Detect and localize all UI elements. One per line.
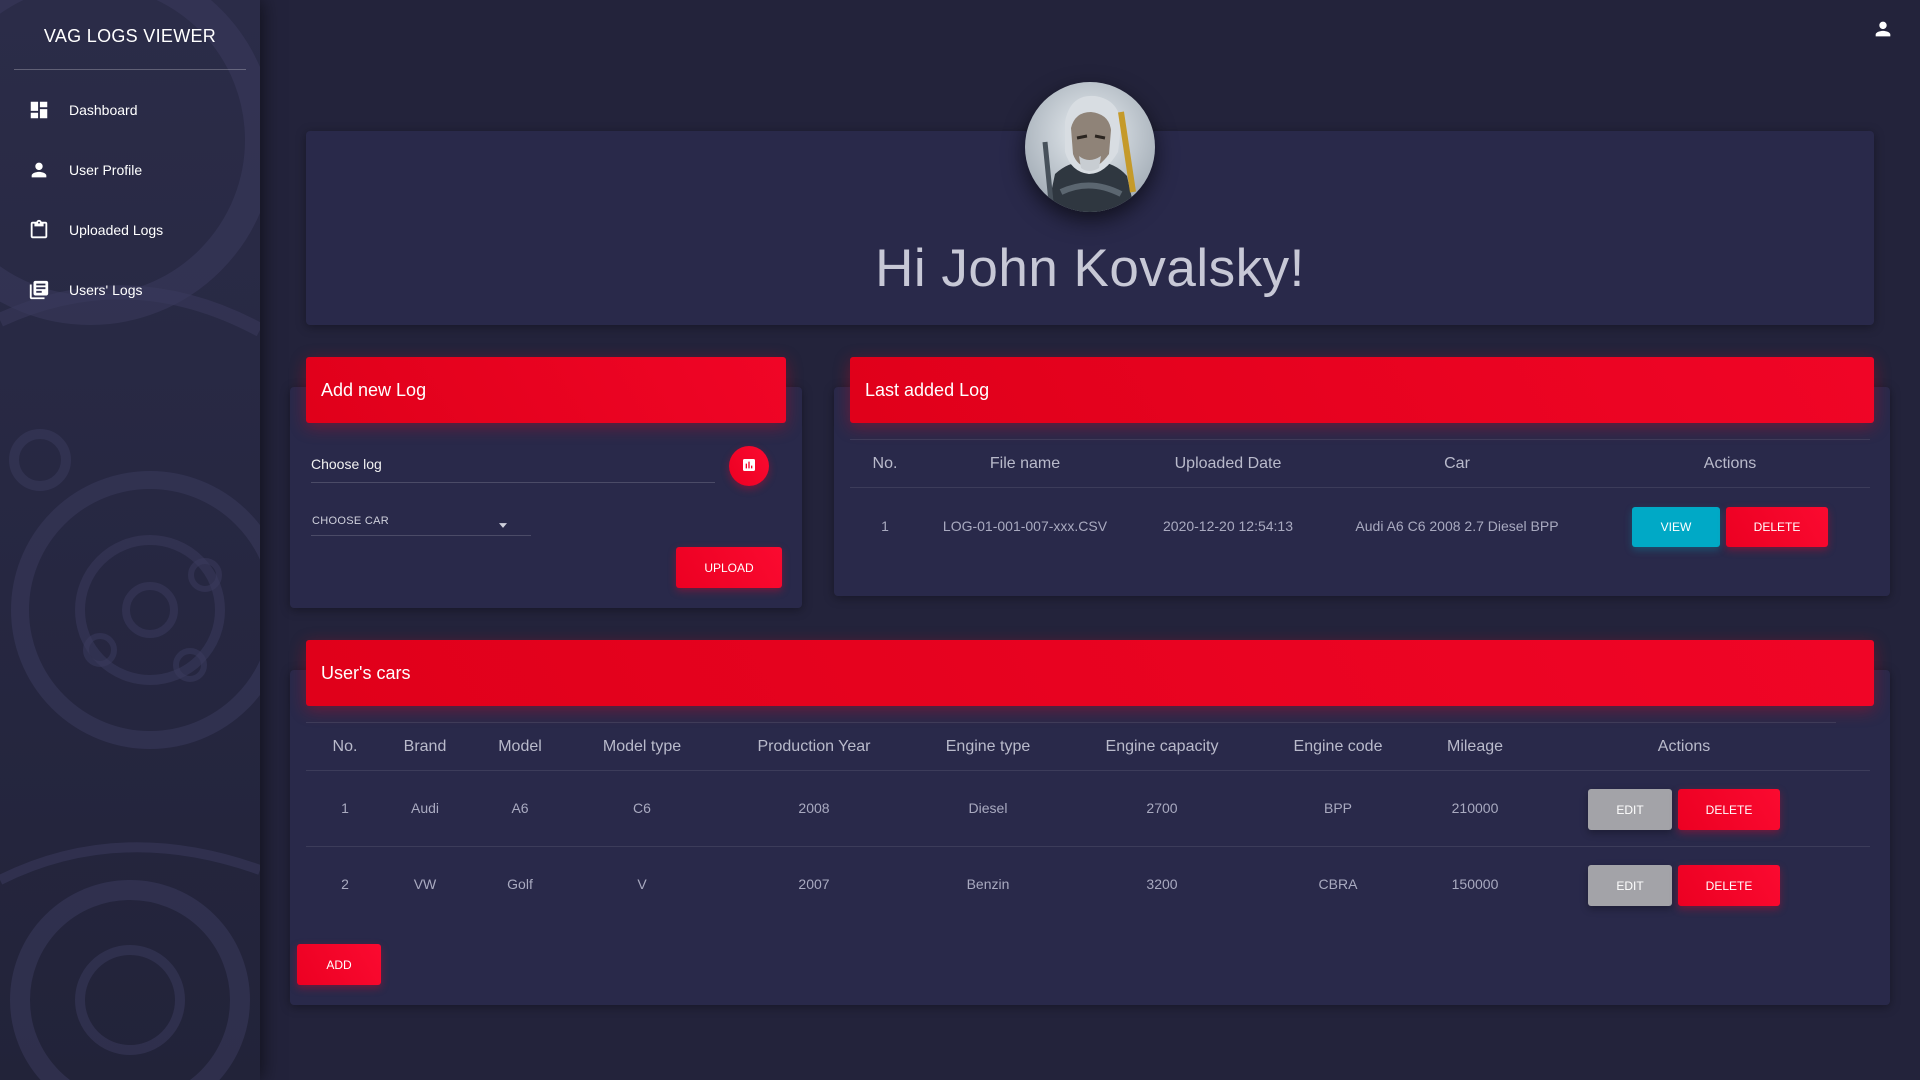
row-divider	[306, 846, 1870, 847]
sidebar-item-users-logs[interactable]: Users' Logs	[14, 266, 246, 314]
dashboard-icon	[28, 99, 50, 121]
column-header-production-year: Production Year	[757, 738, 871, 755]
column-header-model: Model	[498, 738, 542, 755]
last-log-title: Last added Log	[865, 380, 990, 400]
avatar[interactable]	[1025, 82, 1155, 212]
sidebar-item-label: Uploaded Logs	[69, 222, 164, 238]
account-button[interactable]	[1872, 18, 1896, 42]
cell-engine-type: Diesel	[968, 800, 1008, 816]
cell-production-year: 2008	[798, 800, 830, 816]
table-top-divider	[306, 722, 1836, 723]
delete-log-button[interactable]: DELETE	[1726, 507, 1828, 547]
column-header-engine-code: Engine code	[1293, 738, 1383, 755]
table-header-divider	[850, 487, 1870, 488]
table-top-divider	[850, 439, 1870, 440]
cell-model: Golf	[507, 876, 533, 892]
edit-car-button[interactable]: EDIT	[1588, 865, 1672, 906]
sidebar-item-label: Dashboard	[69, 102, 138, 118]
sidebar-item-label: Users' Logs	[69, 282, 143, 298]
choose-file-button[interactable]	[729, 446, 769, 486]
cell-production-year: 2007	[798, 876, 830, 892]
delete-car-button[interactable]: DELETE	[1678, 865, 1780, 906]
edit-car-button[interactable]: EDIT	[1588, 789, 1672, 830]
cell-uploaded-date: 2020-12-20 12:54:13	[1163, 518, 1293, 534]
clipboard-icon	[28, 219, 50, 241]
column-header-no: No.	[872, 455, 898, 472]
chart-file-icon	[741, 457, 757, 476]
cell-engine-code: CBRA	[1318, 876, 1358, 892]
choose-car-select[interactable]: CHOOSE CAR	[311, 508, 531, 536]
cars-header: User's cars	[306, 640, 1874, 706]
avatar-image	[1025, 82, 1155, 212]
column-header-actions: Actions	[1657, 738, 1711, 755]
sidebar-item-uploaded-logs[interactable]: Uploaded Logs	[14, 206, 246, 254]
column-header-uploaded-date: Uploaded Date	[1174, 455, 1282, 472]
cars-title: User's cars	[321, 663, 411, 683]
column-header-mileage: Mileage	[1446, 738, 1504, 755]
view-log-button[interactable]: VIEW	[1632, 507, 1720, 547]
column-header-file-name: File name	[989, 455, 1061, 472]
add-log-header: Add new Log	[306, 357, 786, 423]
sidebar-item-user-profile[interactable]: User Profile	[14, 146, 246, 194]
column-header-car: Car	[1444, 455, 1470, 472]
cell-engine-code: BPP	[1323, 800, 1353, 816]
sidebar-nav: Dashboard User Profile Uploaded Logs Use…	[0, 86, 260, 314]
cell-model-type: V	[637, 876, 647, 892]
cell-no: 1	[881, 518, 889, 534]
column-header-no: No.	[332, 738, 358, 755]
cell-model: A6	[511, 800, 529, 816]
app-title[interactable]: VAG LOGS VIEWER	[14, 0, 246, 70]
choose-car-label: CHOOSE CAR	[312, 515, 389, 527]
column-header-engine-capacity: Engine capacity	[1105, 738, 1219, 755]
cell-no: 1	[341, 800, 349, 816]
choose-car-underline	[311, 535, 531, 536]
cars-card	[290, 670, 1890, 1005]
table-header-divider	[306, 770, 1870, 771]
add-log-title: Add new Log	[321, 380, 427, 400]
column-header-actions: Actions	[1703, 455, 1757, 472]
cell-brand: Audi	[410, 800, 440, 816]
delete-car-button[interactable]: DELETE	[1678, 789, 1780, 830]
library-books-icon	[28, 279, 50, 301]
sidebar: VAG LOGS VIEWER Dashboard User Profile U…	[0, 0, 260, 1080]
cell-engine-capacity: 2700	[1146, 800, 1178, 816]
cell-brand: VW	[413, 876, 437, 892]
upload-button[interactable]: UPLOAD	[676, 547, 782, 588]
cell-model-type: C6	[633, 800, 651, 816]
cell-engine-type: Benzin	[966, 876, 1010, 892]
greeting-title: Hi John Kovalsky!	[875, 239, 1305, 298]
choose-log-label[interactable]: Choose log	[311, 456, 382, 472]
choose-log-underline	[311, 482, 715, 483]
cell-file-name: LOG-01-001-007-xxx.CSV	[942, 518, 1108, 534]
cell-mileage: 210000	[1451, 800, 1499, 816]
chevron-down-icon	[499, 515, 507, 533]
column-header-brand: Brand	[403, 738, 447, 755]
person-icon	[1872, 21, 1894, 44]
column-header-engine-type: Engine type	[945, 738, 1031, 755]
cell-car: Audi A6 C6 2008 2.7 Diesel BPP	[1355, 518, 1559, 534]
column-header-model-type: Model type	[602, 738, 682, 755]
cell-mileage: 150000	[1451, 876, 1499, 892]
cell-engine-capacity: 3200	[1146, 876, 1178, 892]
sidebar-item-label: User Profile	[69, 162, 143, 178]
person-icon	[28, 159, 50, 181]
sidebar-item-dashboard[interactable]: Dashboard	[14, 86, 246, 134]
cell-no: 2	[341, 876, 349, 892]
add-car-button[interactable]: ADD	[297, 944, 381, 985]
last-log-header: Last added Log	[850, 357, 1874, 423]
